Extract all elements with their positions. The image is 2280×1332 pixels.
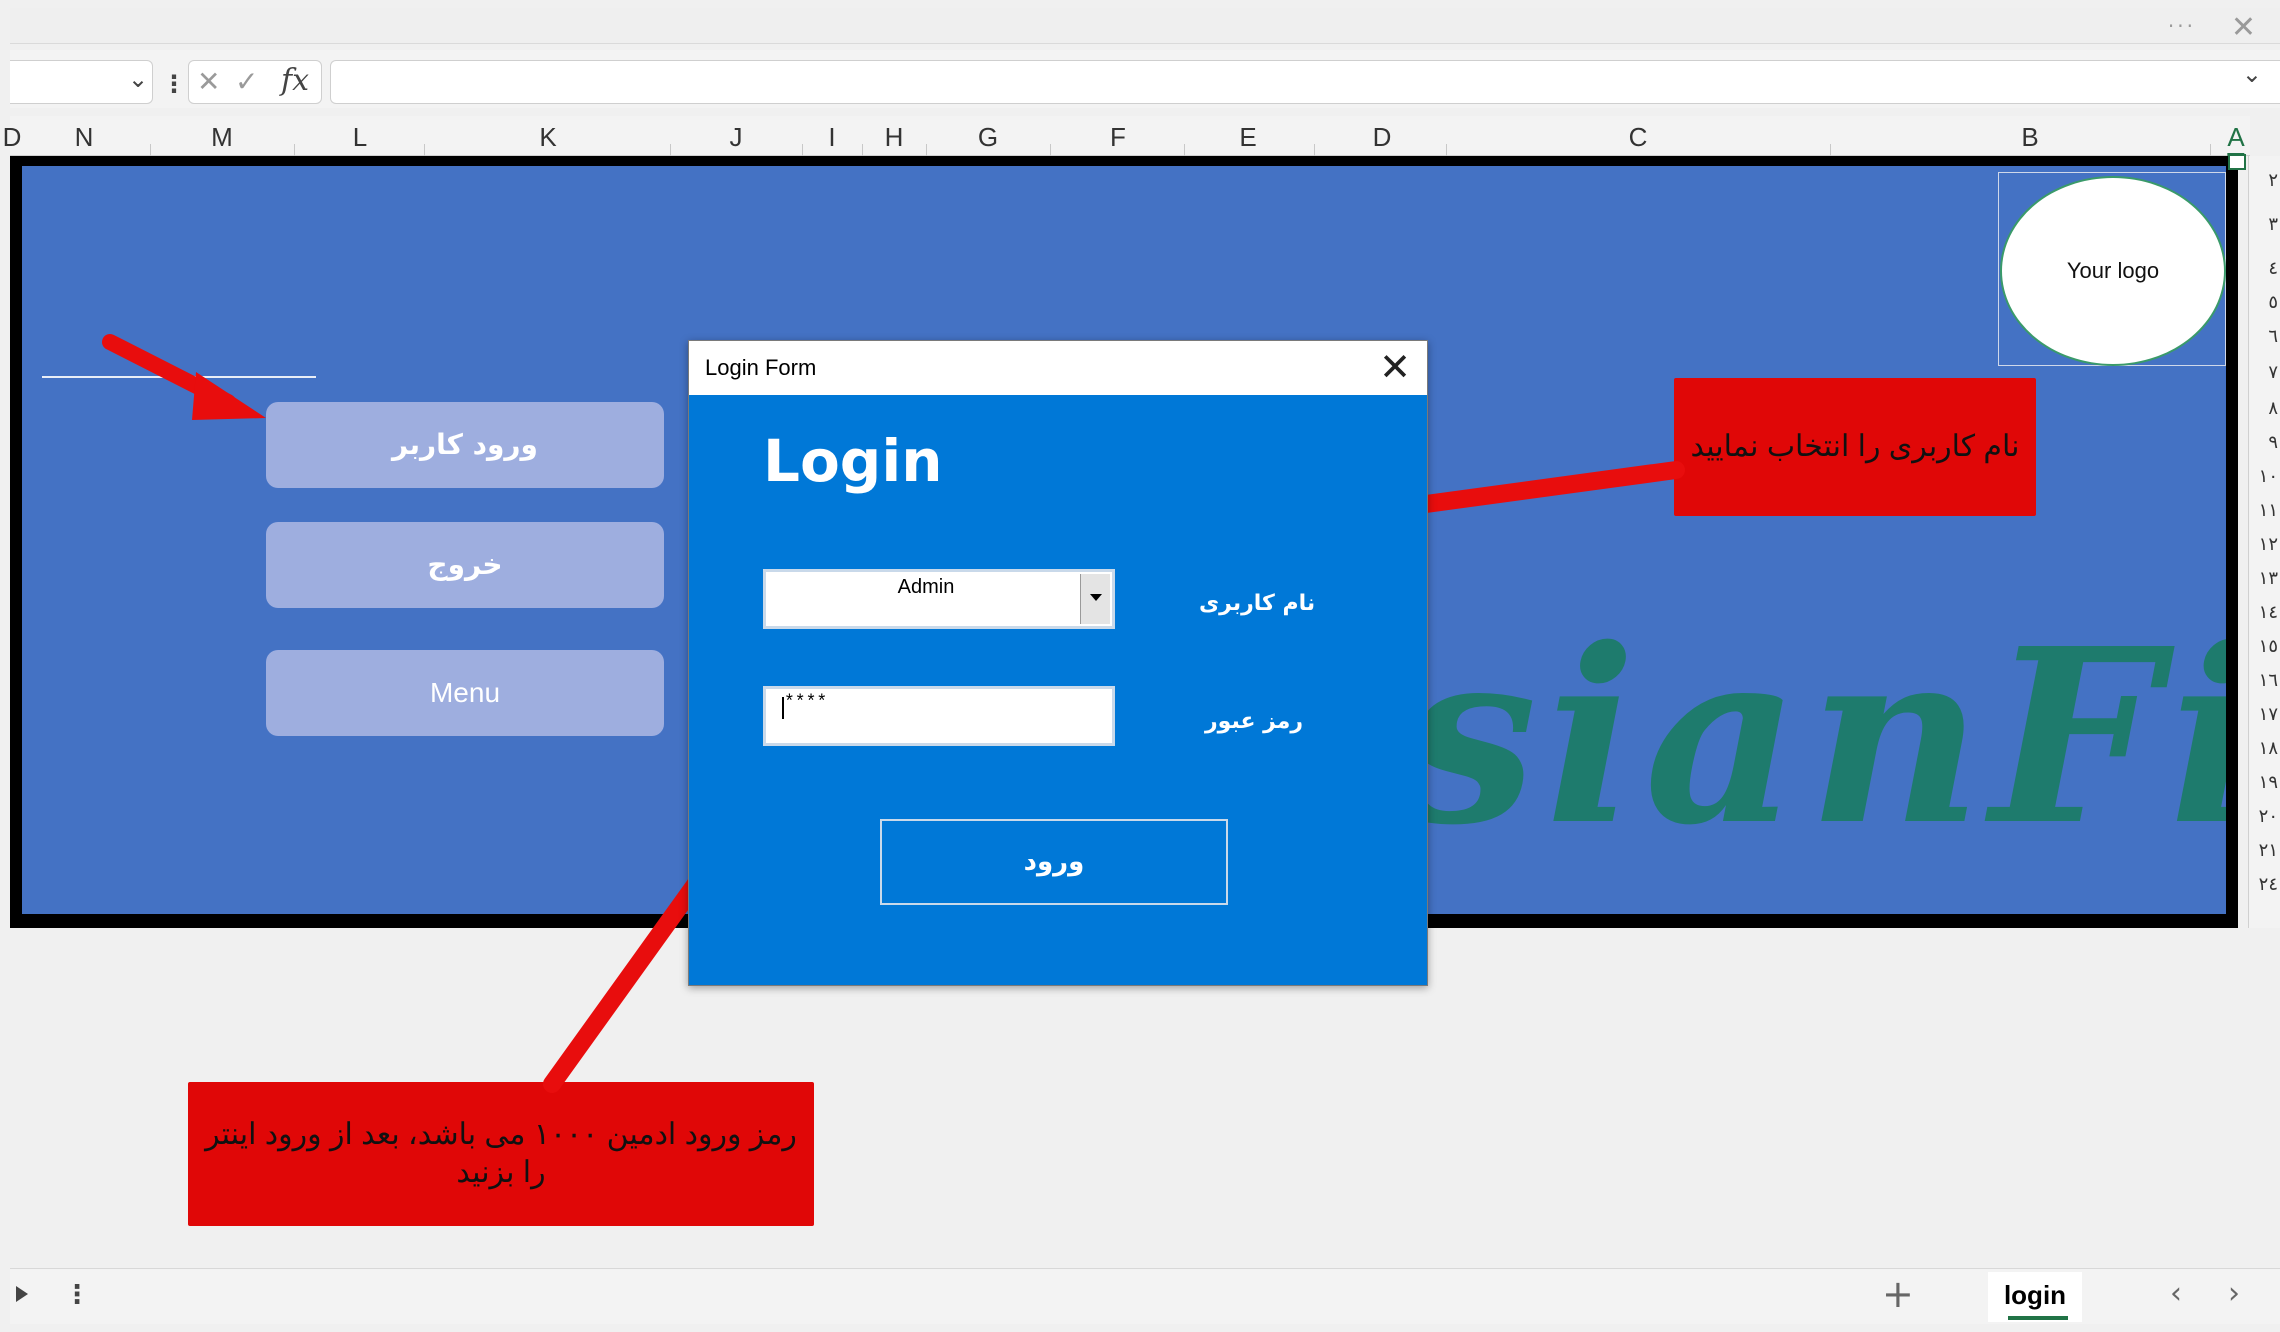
dialog-title: Login Form [705, 355, 817, 380]
triangle-down-icon [1090, 594, 1102, 601]
login-dialog: Login Form ✕ Login Admin نام کاربری ****… [688, 340, 1428, 986]
dropdown-button[interactable] [1080, 574, 1110, 624]
arrow-head [192, 372, 266, 420]
more-sheets-icon[interactable]: ⋮ [64, 1280, 90, 1310]
sheet-tab-login[interactable]: login [1988, 1272, 2082, 1322]
chevron-right-icon[interactable]: › [2228, 1276, 2240, 1311]
username-value: Admin [897, 576, 955, 598]
dialog-heading: Login [763, 427, 943, 495]
login-submit-button[interactable]: ورود [880, 819, 1228, 905]
sheet-tab-bar [10, 1268, 2280, 1324]
username-select[interactable]: Admin [763, 569, 1115, 629]
scroll-tabs-right-icon[interactable] [16, 1286, 28, 1302]
password-input[interactable]: **** [763, 686, 1115, 746]
dialog-titlebar: Login Form ✕ [689, 341, 1427, 395]
button-label: ورود [1023, 847, 1085, 877]
username-label: نام کاربری [1199, 591, 1316, 616]
password-value: **** [784, 693, 828, 713]
add-sheet-icon[interactable]: + [1882, 1272, 1914, 1316]
password-label: رمز عبور [1205, 709, 1304, 734]
chevron-left-icon[interactable]: ‹ [2170, 1276, 2182, 1311]
active-tab-indicator [2008, 1316, 2068, 1320]
close-icon[interactable]: ✕ [1379, 345, 1411, 389]
